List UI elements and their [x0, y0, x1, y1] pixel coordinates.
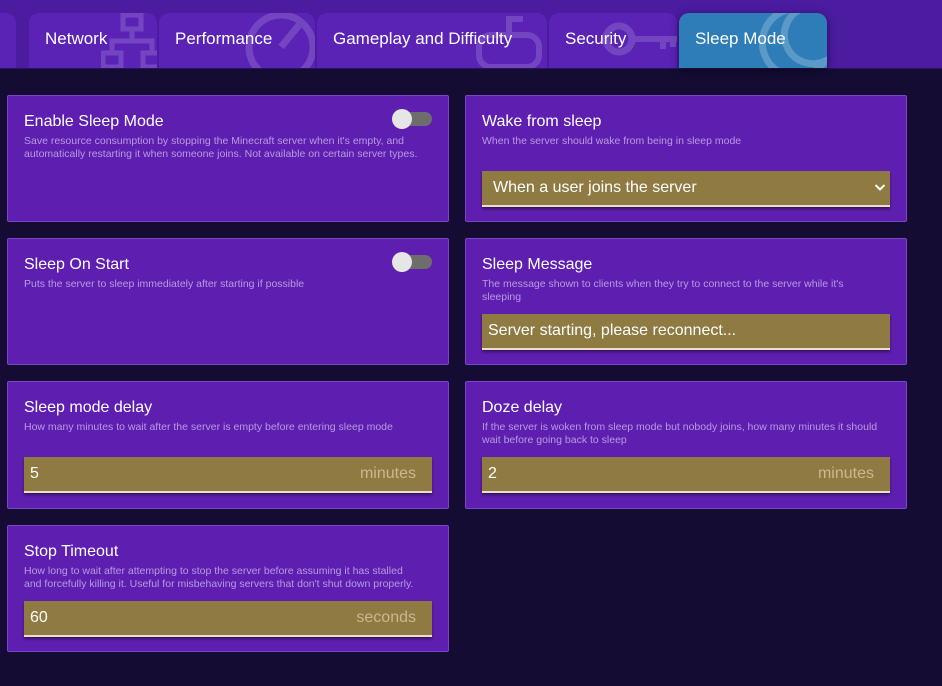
sleep-delay-description: How many minutes to wait after the serve…	[24, 421, 393, 434]
tab-sleep-mode-label: Sleep Mode	[695, 29, 786, 48]
settings-tab-bar: Network Performance Gameplay and Difficu…	[0, 0, 942, 69]
sleep-message-desc-line1: The message shown to clients when they t…	[482, 278, 844, 290]
sleep-delay-value: 5	[30, 465, 39, 482]
sleep-on-start-title: Sleep On Start	[24, 256, 129, 273]
stop-timeout-unit: seconds	[356, 609, 416, 626]
sleep-delay-unit: minutes	[359, 465, 416, 482]
sleep-message-desc-line2: sleeping	[482, 291, 522, 303]
wake-from-sleep-card: Wake from sleep When the server should w…	[465, 95, 907, 222]
sleep-message-value: Server starting, please reconnect...	[488, 322, 737, 339]
stop-timeout-title: Stop Timeout	[24, 543, 119, 560]
toggle-knob	[392, 109, 412, 129]
sleep-on-start-card: Sleep On Start Puts the server to sleep …	[7, 238, 449, 365]
doze-delay-desc-line2: wait before going back to sleep	[482, 434, 627, 446]
enable-sleep-desc-line1: Save resource consumption by stopping th…	[24, 135, 404, 147]
doze-delay-description: If the server is woken from sleep mode b…	[482, 421, 877, 447]
stop-timeout-desc-line2: and forcefully killing it. Useful for mi…	[24, 578, 414, 590]
wake-desc-line1: When the server should wake from being i…	[482, 135, 742, 147]
doze-delay-desc-line1: If the server is woken from sleep mode b…	[482, 421, 878, 433]
stop-timeout-description: How long to wait after attempting to sto…	[24, 565, 413, 591]
tab-gameplay-label: Gameplay and Difficulty	[333, 29, 513, 48]
tab-security[interactable]: Security	[549, 13, 677, 68]
enable-sleep-toggle[interactable]	[392, 109, 432, 129]
tab-performance[interactable]: Performance	[159, 13, 315, 68]
sleep-delay-input[interactable]: 5 minutes	[24, 457, 432, 493]
tab-edge-fragment	[0, 13, 16, 68]
enable-sleep-title: Enable Sleep Mode	[24, 113, 164, 130]
sleep-message-description: The message shown to clients when they t…	[482, 278, 844, 304]
doze-delay-card: Doze delay If the server is woken from s…	[465, 381, 907, 509]
wake-from-sleep-title: Wake from sleep	[482, 113, 602, 130]
wake-from-sleep-description: When the server should wake from being i…	[482, 135, 741, 148]
stop-timeout-value: 60	[30, 609, 48, 626]
wake-from-sleep-select[interactable]: When a user joins the server	[482, 171, 890, 207]
tab-network[interactable]: Network	[29, 13, 157, 68]
doze-delay-title: Doze delay	[482, 399, 563, 416]
stop-timeout-desc-line1: How long to wait after attempting to sto…	[24, 565, 403, 577]
sleep-delay-desc-line1: How many minutes to wait after the serve…	[24, 421, 393, 433]
chevron-down-icon	[874, 184, 886, 191]
sleep-message-title: Sleep Message	[482, 256, 593, 273]
sleep-on-start-toggle[interactable]	[392, 252, 432, 272]
tab-sleep-mode[interactable]: Sleep Mode	[679, 13, 827, 68]
tab-network-label: Network	[45, 29, 108, 48]
tab-gameplay[interactable]: Gameplay and Difficulty	[317, 13, 547, 68]
enable-sleep-card: Enable Sleep Mode Save resource consumpt…	[7, 95, 449, 222]
network-icon	[101, 13, 157, 68]
sleep-delay-title: Sleep mode delay	[24, 399, 153, 416]
stop-timeout-card: Stop Timeout How long to wait after atte…	[7, 525, 449, 652]
doze-delay-value: 2	[488, 465, 497, 482]
enable-sleep-description: Save resource consumption by stopping th…	[24, 135, 417, 161]
sleep-on-start-desc-line1: Puts the server to sleep immediately aft…	[24, 278, 305, 290]
sleep-delay-card: Sleep mode delay How many minutes to wai…	[7, 381, 449, 509]
stop-timeout-input[interactable]: 60 seconds	[24, 601, 432, 637]
enable-sleep-desc-line2: automatically restarting it when someone…	[24, 148, 418, 160]
tab-security-label: Security	[565, 29, 627, 48]
wake-selected-option: When a user joins the server	[493, 179, 697, 196]
doze-delay-unit: minutes	[817, 465, 874, 482]
sleep-message-card: Sleep Message The message shown to clien…	[465, 238, 907, 365]
tab-performance-label: Performance	[175, 29, 273, 48]
sleep-message-input[interactable]: Server starting, please reconnect...	[482, 314, 890, 350]
toggle-knob	[392, 252, 412, 272]
doze-delay-input[interactable]: 2 minutes	[482, 457, 890, 493]
sleep-on-start-description: Puts the server to sleep immediately aft…	[24, 278, 304, 291]
